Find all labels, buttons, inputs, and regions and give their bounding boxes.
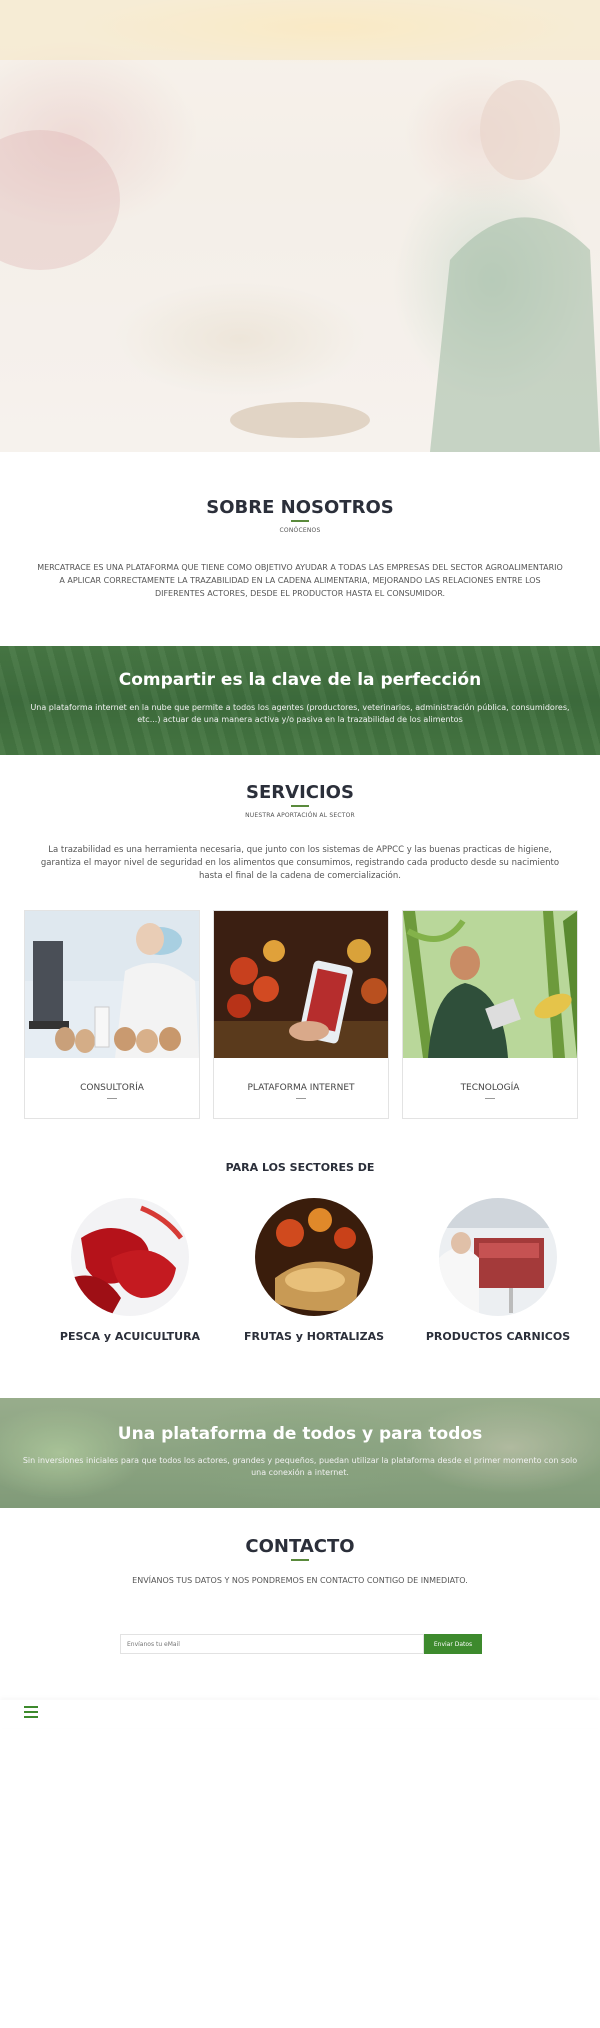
banner-platform: Una plataforma de todos y para todos Sin…	[0, 1398, 600, 1508]
services-subtitle: NUESTRA APORTACIÓN AL SECTOR	[245, 812, 355, 819]
banner-platform-overlay	[0, 1398, 600, 1508]
service-card-label: TECNOLOGÍA	[460, 1083, 520, 1093]
hamburger-line	[24, 1711, 38, 1713]
service-card-platform[interactable]: PLATAFORMA INTERNET	[213, 910, 389, 1119]
services-title-underline	[291, 805, 309, 807]
consulting-image	[25, 911, 199, 1058]
sector-label-fishing: PESCA y ACUICULTURA	[59, 1330, 201, 1343]
hamburger-line	[24, 1716, 38, 1718]
email-input[interactable]	[120, 1634, 424, 1654]
sector-label-meat: PRODUCTOS CARNICOS	[425, 1330, 571, 1343]
sector-image-fishing	[71, 1198, 189, 1316]
sector-image-fruits	[255, 1198, 373, 1316]
banner-platform-text: Sin inversiones iniciales para que todos…	[22, 1456, 578, 1477]
banner-sharing-text: Una plataforma internet en la nube que p…	[30, 703, 570, 724]
service-card-divider	[107, 1098, 117, 1099]
sectors-title: PARA LOS SECTORES DE	[225, 1161, 375, 1174]
sector-image-meat	[439, 1198, 557, 1316]
hero-photo-shapes	[0, 0, 600, 452]
services-title: SERVICIOS	[246, 782, 354, 803]
sector-label-fruits: FRUTAS y HORTALIZAS	[243, 1330, 385, 1343]
service-card-technology[interactable]: TECNOLOGÍA	[402, 910, 578, 1119]
about-title-underline	[291, 520, 309, 522]
about-title: SOBRE NOSOTROS	[206, 497, 394, 518]
butcher-photo	[439, 1198, 557, 1316]
service-card-label: CONSULTORÍA	[80, 1083, 144, 1093]
banner-sharing-overlay	[0, 646, 600, 755]
service-card-divider	[485, 1098, 495, 1099]
services-text: La trazabilidad es una herramienta neces…	[40, 845, 560, 881]
about-subtitle: CONÓCENOS	[279, 527, 321, 534]
shrimp-photo	[71, 1198, 189, 1316]
about-text: MERCATRACE ES UNA PLATAFORMA QUE TIENE C…	[37, 563, 563, 598]
hamburger-line	[24, 1706, 38, 1708]
contact-text: ENVÍANOS TUS DATOS Y NOS PONDREMOS EN CO…	[132, 1576, 468, 1585]
technology-image	[403, 911, 577, 1058]
contact-title-underline	[291, 1559, 309, 1561]
vegetables-photo	[255, 1198, 373, 1316]
contact-title: CONTACTO	[245, 1536, 355, 1557]
hamburger-menu-icon[interactable]	[24, 1706, 38, 1718]
banner-platform-title: Una plataforma de todos y para todos	[117, 1424, 483, 1444]
market-phone-photo	[214, 911, 388, 1058]
farmer-tablet-photo	[403, 911, 577, 1058]
bottom-menu-bar	[0, 1700, 600, 1728]
service-card-consulting[interactable]: CONSULTORÍA	[24, 910, 200, 1119]
lab-photo	[25, 911, 199, 1058]
send-data-button[interactable]: Enviar Datos	[424, 1634, 482, 1654]
hero-image	[0, 0, 600, 452]
banner-sharing: Compartir es la clave de la perfección U…	[0, 646, 600, 755]
platform-image	[214, 911, 388, 1058]
banner-sharing-title: Compartir es la clave de la perfección	[118, 670, 482, 690]
service-card-label: PLATAFORMA INTERNET	[247, 1083, 355, 1093]
service-card-divider	[296, 1098, 306, 1099]
